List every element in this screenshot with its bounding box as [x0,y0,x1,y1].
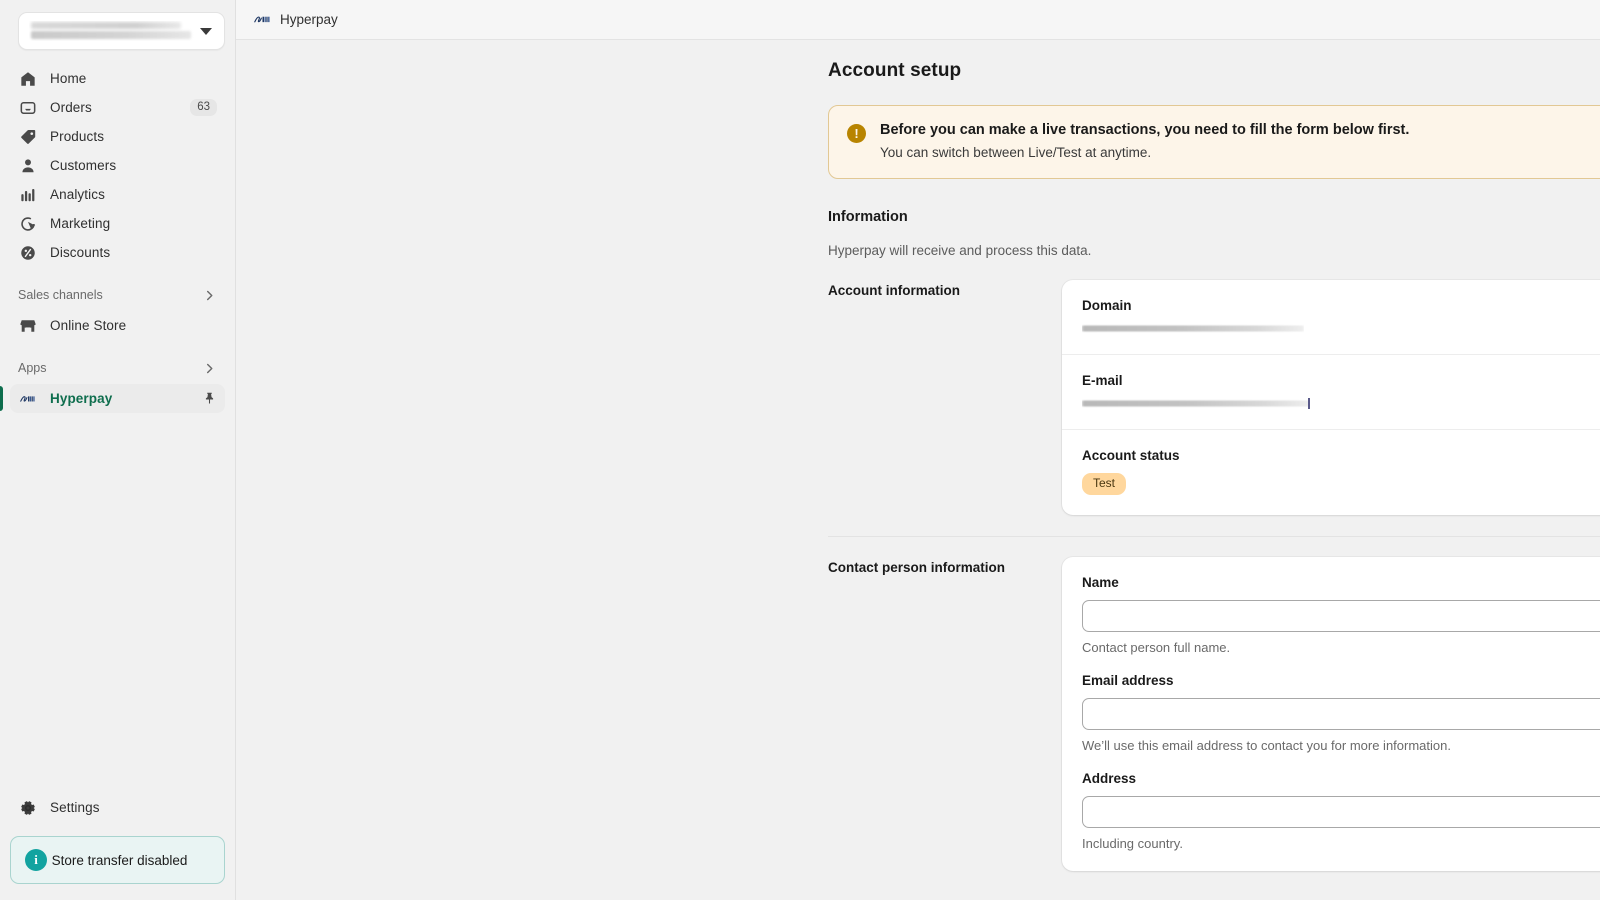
account-information-row: Account information Domain E-mail Accoun… [828,280,1600,516]
account-status-block: Account status Test [1062,430,1600,515]
sidebar-item-label: Analytics [50,187,105,202]
orders-count-badge: 63 [190,98,217,117]
sidebar-item-label: Discounts [50,245,111,260]
sidebar-item-label: Marketing [50,216,111,231]
email-block: E-mail [1062,355,1600,430]
sidebar-item-settings[interactable]: Settings [10,793,225,822]
hyperpay-logo-icon [254,11,271,28]
main-area: Hyperpay Account setup ! Before you can … [236,0,1600,900]
orders-icon [18,98,38,118]
marketing-target-icon [18,214,38,234]
sidebar-item-discounts[interactable]: Discounts [10,238,225,267]
sidebar-item-orders[interactable]: Orders 63 [10,93,225,122]
page-scroll-region[interactable]: Account setup ! Before you can make a li… [236,40,1600,900]
page: Account setup ! Before you can make a li… [236,40,1600,872]
analytics-bars-icon [18,185,38,205]
account-status-label: Account status [1082,448,1180,463]
chevron-right-icon[interactable] [202,288,217,303]
email-address-label: Email address [1082,673,1174,689]
alert-warning-icon: ! [847,124,866,143]
store-switcher[interactable] [18,12,225,50]
products-tag-icon [18,127,38,147]
sidebar-item-label: Hyperpay [50,391,113,406]
email-address-help-text: We’ll use this email address to contact … [1082,738,1451,754]
sidebar-section-label: Apps [18,361,47,375]
contact-person-information-row: Contact person information Name Contact … [828,557,1600,872]
email-label: E-mail [1082,373,1123,388]
chevron-right-icon[interactable] [202,361,217,376]
sidebar-item-label: Settings [50,800,100,815]
domain-label: Domain [1082,298,1132,313]
address-label: Address [1082,771,1137,787]
primary-nav: Home Orders 63 Products Customers Analyt… [0,64,235,413]
info-icon: i [25,849,47,871]
home-icon [18,69,38,89]
sidebar-item-marketing[interactable]: Marketing [10,209,225,238]
sidebar-section-apps[interactable]: Apps [10,354,225,382]
contact-person-information-label: Contact person information [828,560,1006,576]
name-help-text: Contact person full name. [1082,640,1231,656]
setup-warning-banner: ! Before you can make a live transaction… [828,105,1600,179]
address-input[interactable] [1082,796,1600,829]
sidebar-item-label: Orders [50,100,92,115]
discounts-percent-icon [18,243,38,263]
name-field-group: Name Contact person full name. [1082,575,1600,655]
page-inner: Account setup ! Before you can make a li… [828,60,1600,872]
app-title: Hyperpay [280,12,338,27]
banner-subtitle: You can switch between Live/Test at anyt… [880,145,1152,160]
sidebar-item-label: Online Store [50,318,127,333]
storefront-icon [18,316,38,336]
settings-row: Settings [0,793,235,822]
sidebar-item-customers[interactable]: Customers [10,151,225,180]
store-name-redacted [29,21,194,41]
sidebar-item-online-store[interactable]: Online Store [10,311,225,340]
sidebar-section-label: Sales channels [18,288,103,302]
address-help-text: Including country. [1082,836,1183,852]
page-title: Account setup [828,60,962,81]
sidebar-section-sales-channels[interactable]: Sales channels [10,281,225,309]
information-heading: Information [828,209,908,225]
sidebar-item-home[interactable]: Home [10,64,225,93]
address-field-group: Address Including country. [1082,771,1600,851]
email-address-input[interactable] [1082,698,1600,731]
contact-person-card: Name Contact person full name. Email add… [1062,557,1600,872]
email-value-redacted [1082,398,1310,409]
hyperpay-logo-icon [18,389,38,409]
information-subtext: Hyperpay will receive and process this d… [828,243,1092,258]
email-address-field-group: Email address We’ll use this email addre… [1082,673,1600,753]
store-transfer-label: Store transfer disabled [51,852,188,868]
pin-icon[interactable] [202,391,217,406]
app-topbar: Hyperpay [236,0,1600,40]
sidebar-item-label: Home [50,71,87,86]
app-root: Home Orders 63 Products Customers Analyt… [0,0,1600,900]
domain-value-redacted [1082,323,1304,334]
sidebar-item-products[interactable]: Products [10,122,225,151]
gear-icon [18,798,38,818]
sidebar-item-hyperpay[interactable]: Hyperpay [0,384,225,413]
sidebar: Home Orders 63 Products Customers Analyt… [0,0,236,900]
banner-text: Before you can make a live transactions,… [880,122,1600,160]
account-information-label: Account information [828,283,960,298]
contact-person-fields: Name Contact person full name. Email add… [1062,557,1600,871]
domain-block: Domain [1062,280,1600,355]
sidebar-item-label: Customers [50,158,117,173]
customers-person-icon [18,156,38,176]
name-label: Name [1082,575,1119,591]
status-badge: Test [1082,473,1127,496]
sidebar-item-analytics[interactable]: Analytics [10,180,225,209]
sidebar-item-label: Products [50,129,105,144]
section-divider [828,536,1600,538]
banner-title: Before you can make a live transactions,… [880,122,1410,138]
name-input[interactable] [1082,600,1600,633]
chevron-down-icon [200,27,212,35]
account-information-card: Domain E-mail Account status Test [1062,280,1600,516]
store-transfer-disabled-banner[interactable]: i Store transfer disabled [10,836,225,884]
